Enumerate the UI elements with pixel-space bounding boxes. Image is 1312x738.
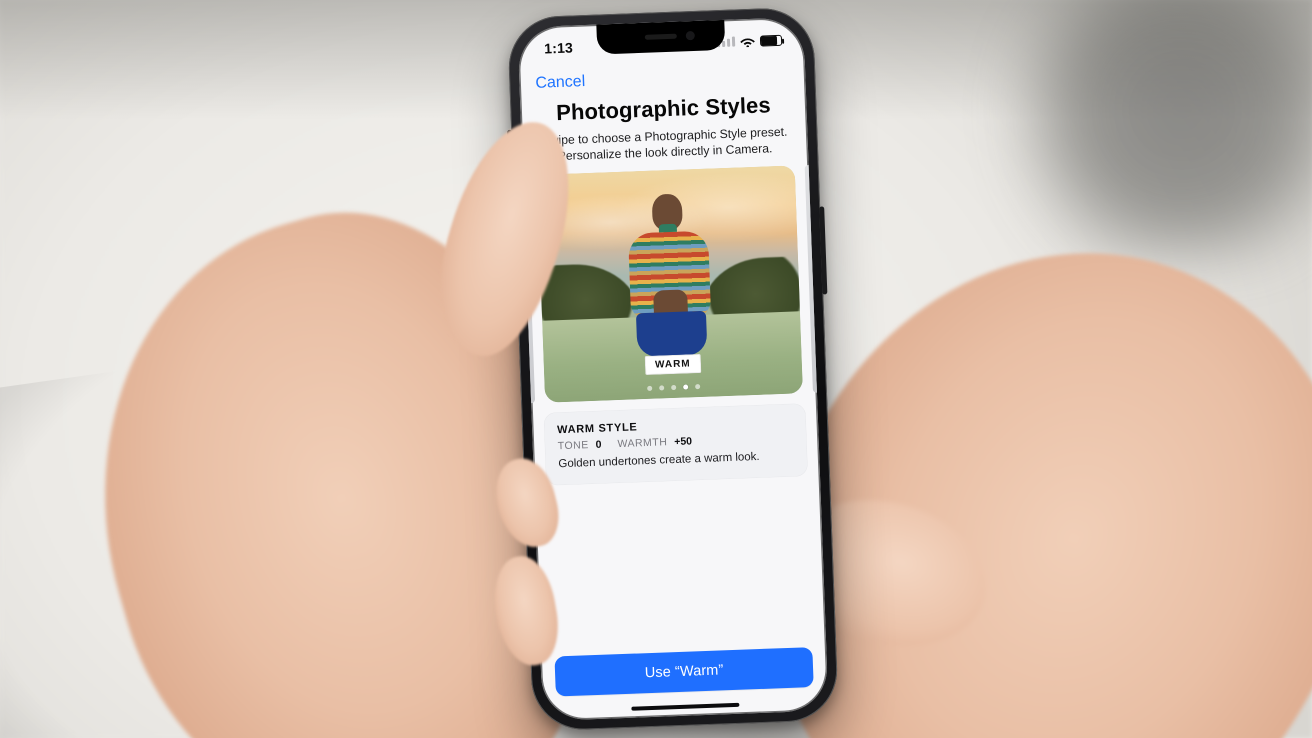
cta-area: Use “Warm” xyxy=(554,647,813,696)
status-indicators xyxy=(717,34,782,47)
status-time: 1:13 xyxy=(544,39,573,56)
page-subtitle: Swipe to choose a Photographic Style pre… xyxy=(535,123,794,165)
page-title: Photographic Styles xyxy=(534,91,793,126)
warmth-value: +50 xyxy=(674,436,692,449)
tone-label: TONE xyxy=(558,439,589,452)
tone-value: 0 xyxy=(595,439,601,451)
wifi-icon xyxy=(740,35,755,47)
style-chip: WARM xyxy=(645,354,701,375)
cancel-button[interactable]: Cancel xyxy=(535,73,585,93)
tone-param: TONE 0 xyxy=(558,439,602,453)
display-notch xyxy=(596,20,725,55)
style-description: Golden undertones create a warm look. xyxy=(558,450,794,471)
battery-icon xyxy=(760,34,782,46)
use-style-button[interactable]: Use “Warm” xyxy=(554,647,813,696)
home-indicator[interactable] xyxy=(631,702,739,710)
page-dot xyxy=(659,386,664,391)
style-info-card: WARM STYLE TONE 0 WARMTH +50 Golden unde… xyxy=(544,403,808,486)
page-dot xyxy=(647,386,652,391)
page-dot xyxy=(695,384,700,389)
screen: 1:13 Cancel Photographic Styles Swipe to… xyxy=(517,17,828,721)
background-blur-object xyxy=(972,0,1312,260)
preview-subject xyxy=(619,192,721,363)
page-dot xyxy=(671,385,676,390)
warmth-label: WARMTH xyxy=(617,436,667,450)
warmth-param: WARMTH +50 xyxy=(617,436,692,451)
style-preview-card[interactable]: WARM xyxy=(537,166,803,403)
page-dot-active xyxy=(683,385,688,390)
